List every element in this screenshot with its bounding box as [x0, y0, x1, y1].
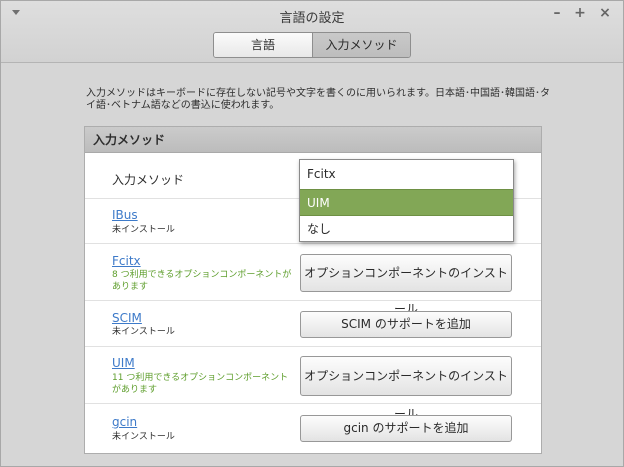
input-method-dropdown[interactable]: Fcitx UIM なし [299, 159, 514, 242]
minimize-icon[interactable]: – [549, 5, 565, 21]
scim-status: 未インストール [112, 327, 175, 337]
fcitx-status: 8 つ利用できるオプションコンポーネントがあります [112, 270, 292, 292]
dropdown-option-uim[interactable]: UIM [300, 189, 513, 216]
uim-link[interactable]: UIM [112, 356, 135, 370]
description-text: 入力メソッドはキーボードに存在しない記号や文字を書くのに用いられます。日本語･中… [86, 88, 550, 111]
list-item: UIM 11 つ利用できるオプションコンポーネントがあります オプションコンポー… [85, 347, 541, 421]
dropdown-option-fcitx[interactable]: Fcitx [300, 161, 513, 188]
title-bar: 言語の設定 – + × 言語 入力メソッド [1, 1, 623, 63]
tab-bar: 言語 入力メソッド [213, 32, 411, 58]
close-icon[interactable]: × [597, 5, 613, 21]
tab-input-method[interactable]: 入力メソッド [313, 33, 410, 57]
window-title: 言語の設定 [279, 11, 345, 26]
scim-add-support-button[interactable]: SCIM のサポートを追加 [300, 311, 512, 338]
fcitx-install-components-button[interactable]: オプションコンポーネントのインストール [300, 254, 512, 316]
maximize-icon[interactable]: + [572, 5, 588, 21]
list-item: SCIM 未インストール SCIM のサポートを追加 [85, 301, 541, 347]
dropdown-option-none[interactable]: なし [300, 216, 513, 243]
language-settings-window: 言語の設定 – + × 言語 入力メソッド 入力メソッドはキーボードに存在しない… [0, 0, 624, 467]
ibus-status: 未インストール [112, 225, 175, 235]
gcin-add-support-button[interactable]: gcin のサポートを追加 [300, 415, 512, 442]
gcin-link[interactable]: gcin [112, 415, 137, 429]
scim-link[interactable]: SCIM [112, 311, 142, 325]
panel-header: 入力メソッド [85, 127, 541, 153]
list-item: gcin 未インストール gcin のサポートを追加 [85, 404, 541, 453]
input-method-selector-label: 入力メソッド [112, 173, 185, 187]
gcin-status: 未インストール [112, 432, 175, 442]
tab-language[interactable]: 言語 [214, 33, 313, 57]
list-item: Fcitx 8 つ利用できるオプションコンポーネントがあります オプションコンポ… [85, 244, 541, 316]
uim-status: 11 つ利用できるオプションコンポーネントがあります [112, 373, 289, 395]
ibus-link[interactable]: IBus [112, 208, 138, 222]
uim-install-components-button[interactable]: オプションコンポーネントのインストール [300, 356, 512, 421]
fcitx-link[interactable]: Fcitx [112, 254, 141, 268]
